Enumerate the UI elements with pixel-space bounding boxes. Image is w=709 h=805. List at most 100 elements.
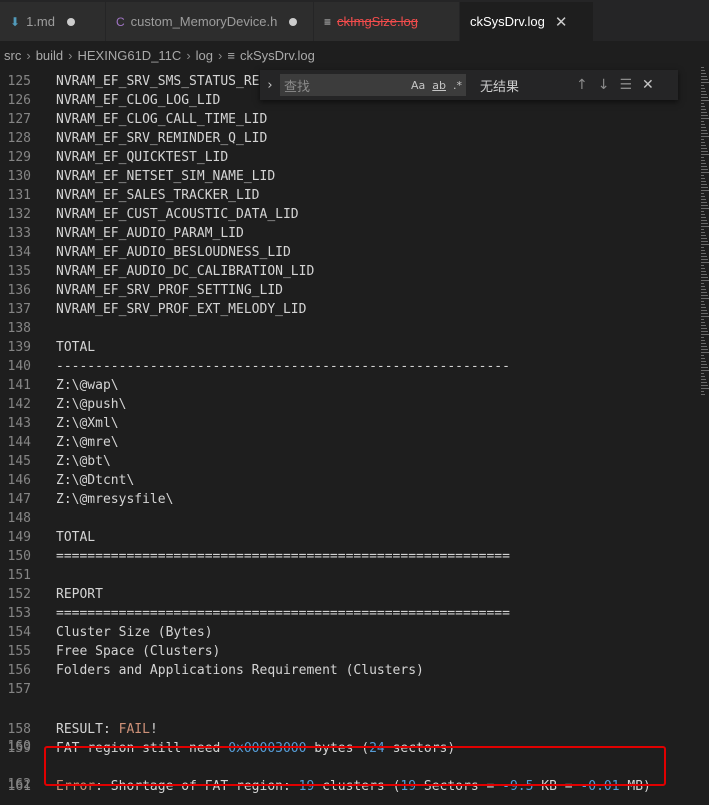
minimap-line [701,376,705,377]
tab-1-md[interactable]: ⬇ 1.md [0,2,106,41]
minimap-line [701,109,706,110]
regex-icon[interactable]: .* [453,79,462,92]
unsaved-dot-icon[interactable] [289,17,298,26]
file-type-icon: C [116,14,125,29]
minimap-line [701,244,709,245]
tab-ckimgsize-log[interactable]: ≡ ckImgSize.log [314,2,460,41]
line-number: 135 [7,264,31,279]
match-case-icon[interactable]: Aa [411,79,425,92]
minimap-line [701,247,704,248]
code-text: Folders and Applications Requirement (Cl… [56,663,424,678]
minimap-line [701,112,707,113]
minimap-line [701,391,704,392]
minimap-line [701,73,706,74]
tab-cksysdrv-log[interactable]: ckSysDrv.log ✕ [460,2,594,41]
result-value: FAIL [118,722,150,737]
tab-custom-memorydevice-h[interactable]: Ccustom_MemoryDevice.h [106,2,314,41]
minimap-line [701,292,707,293]
minimap-line [701,301,704,302]
minimap-line [701,223,708,224]
chevron-right-icon[interactable]: › [260,78,280,93]
line-number: 145 [7,454,31,469]
line-number: 152 [7,587,31,602]
minimap-line [701,193,704,194]
chevron-right-icon: › [186,47,191,63]
breadcrumb-item-log[interactable]: log [196,48,213,63]
line-number: 153 [7,606,31,621]
editor[interactable]: 158 RESULT: FAIL! 159 FAT region still nee… [0,67,700,805]
minimap-line [701,157,704,158]
line-number: 131 [7,188,31,203]
minimap-line [701,325,706,326]
breadcrumb-item-src[interactable]: src [4,48,21,63]
breadcrumb-item-project[interactable]: HEXING61D_11C [78,48,182,63]
code-text: REPORT [56,587,103,602]
minimap-line [701,172,709,173]
minimap-line [701,346,707,347]
code-line-158: 158 RESULT: FAIL! [0,701,158,737]
tab-label: custom_MemoryDevice.h [130,14,278,29]
minimap-line [701,139,704,140]
minimap-line [701,277,708,278]
minimap-line [701,181,706,182]
close-icon[interactable]: ✕ [555,13,568,31]
minimap-line [701,82,709,83]
breadcrumb-item-file[interactable]: ckSysDrv.log [240,48,315,63]
error-highlight-box [44,746,666,786]
minimap-line [701,229,704,230]
code-text: Z:\@Dtcnt\ [56,473,135,488]
minimap-line [701,379,706,380]
line-number: 142 [7,397,31,412]
minimap-line [701,343,706,344]
code-text: NVRAM_EF_QUICKTEST_LID [56,150,229,165]
minimap-line [701,196,705,197]
tab-label: ckSysDrv.log [470,14,545,29]
minimap-line [701,310,707,311]
file-type-icon: ≡ [324,14,332,29]
code-text: NVRAM_EF_AUDIO_DC_CALIBRATION_LID [56,264,315,279]
minimap-line [701,100,709,101]
code-text: TOTAL [56,530,96,545]
minimap-line [701,184,707,185]
minimap-line [701,232,705,233]
minimap[interactable] [700,67,709,397]
line-number: 148 [7,511,31,526]
minimap-line [701,331,708,332]
tab-label: ckImgSize.log [337,14,418,29]
breadcrumb-item-build[interactable]: build [36,48,63,63]
line-number: 128 [7,131,31,146]
find-in-selection-icon[interactable]: ☰ [619,77,632,93]
minimap-line [701,274,707,275]
minimap-line [701,319,704,320]
line-number: 134 [7,245,31,260]
tab-bar: ⬇ 1.md Ccustom_MemoryDevice.h ≡ ckImgSize.lo… [0,0,709,41]
file-type-icon: ⬇ [10,14,21,29]
minimap-line [701,163,706,164]
minimap-line [701,97,708,98]
minimap-line [701,316,709,317]
line-number: 132 [7,207,31,222]
arrow-down-icon[interactable]: ↓ [598,77,610,93]
minimap-line [701,295,708,296]
code-text: NVRAM_EF_SRV_PROF_EXT_MELODY_LID [56,302,307,317]
minimap-line [701,352,709,353]
line-number: 125 [7,74,31,89]
minimap-line [701,133,708,134]
minimap-line [701,382,707,383]
code-text: NVRAM_EF_SRV_SMS_STATUS_RE [56,74,260,89]
minimap-line [701,283,704,284]
line-number: 156 [7,663,31,678]
minimap-line [701,280,709,281]
close-icon[interactable]: ✕ [642,77,654,93]
find-input[interactable]: 查找 Aa ab .* [280,74,466,96]
arrow-up-icon[interactable]: ↑ [576,77,588,93]
line-number: 155 [7,644,31,659]
minimap-line [701,217,706,218]
minimap-line [701,388,709,389]
minimap-line [701,178,705,179]
minimap-line [701,358,705,359]
minimap-line [701,190,709,191]
code-text: ----------------------------------------… [56,359,510,374]
match-word-icon[interactable]: ab [432,79,446,92]
unsaved-dot-icon[interactable] [66,17,75,26]
